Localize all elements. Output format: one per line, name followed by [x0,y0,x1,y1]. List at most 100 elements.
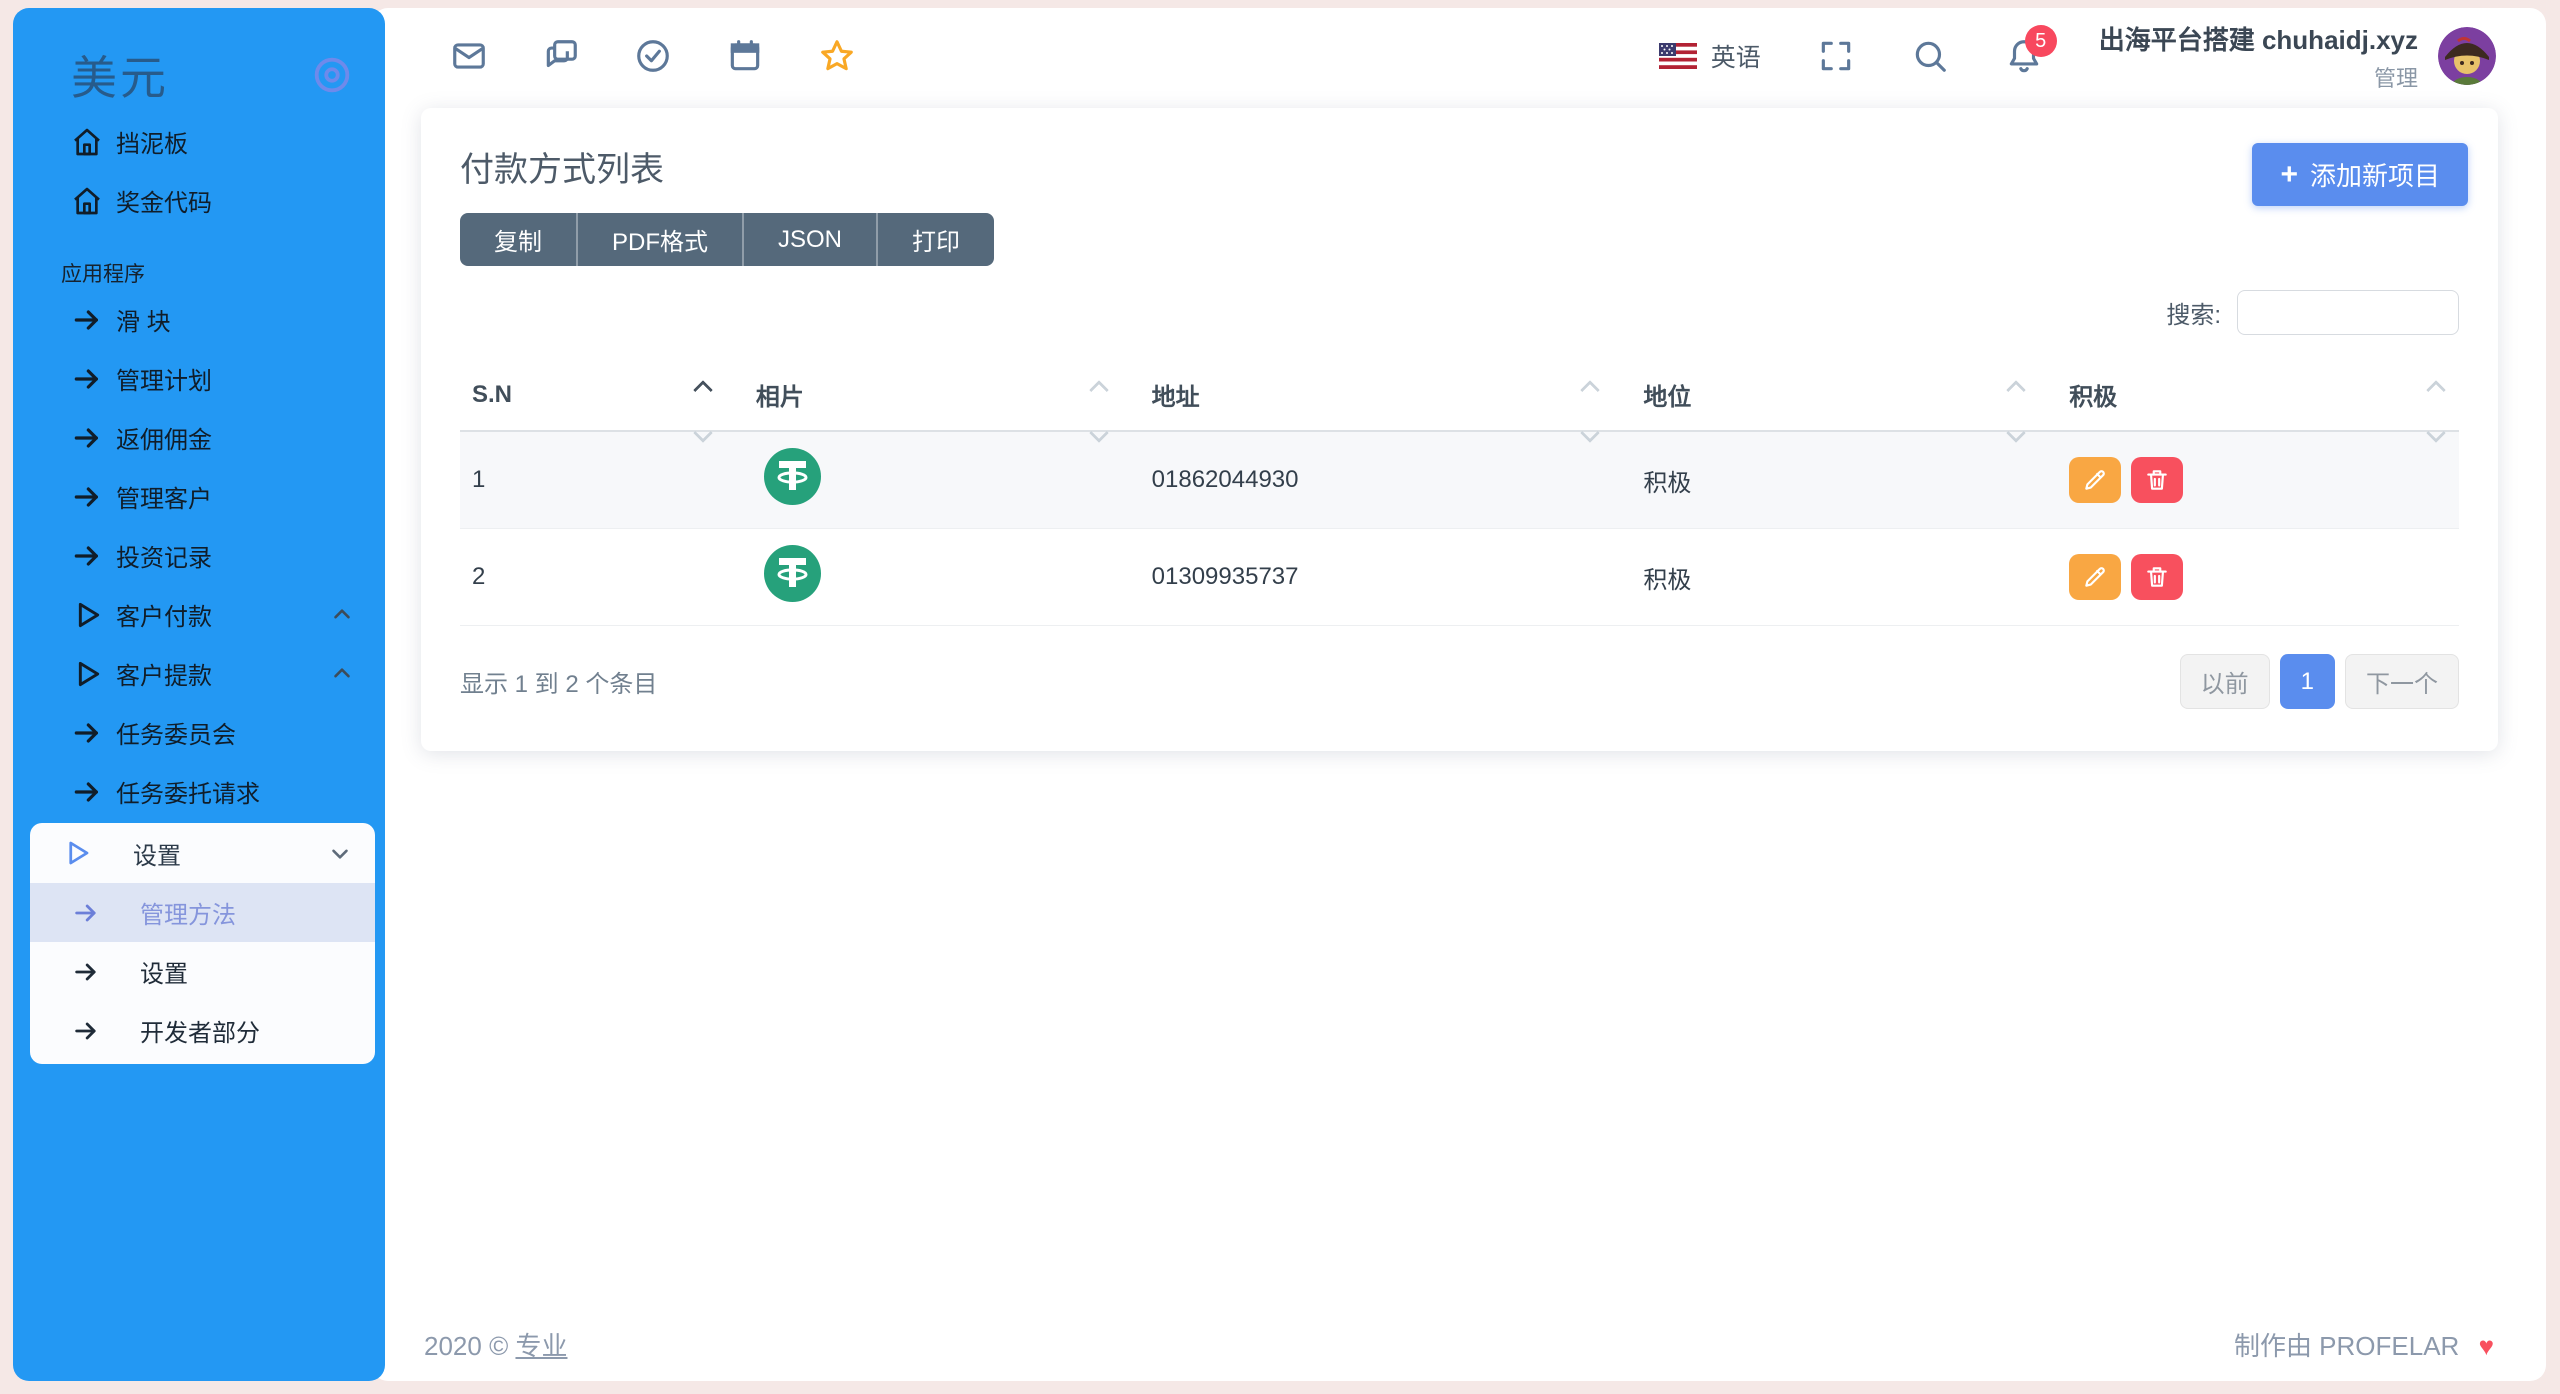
chevron-up-icon [329,602,355,628]
sort-asc-icon[interactable] [2006,380,2026,400]
cell-address: 01862044930 [1122,431,1614,529]
sidebar-item-settings-group[interactable]: 设置 [30,823,375,883]
arrow-right-icon [72,958,100,986]
language-label: 英语 [1711,38,1761,74]
sidebar-subitem-label: 管理方法 [140,895,236,930]
delete-button[interactable] [2131,457,2183,503]
export-button-1[interactable]: PDF格式 [578,213,744,266]
table-search-input[interactable] [2237,290,2459,335]
add-new-item-label: 添加新项目 [2310,156,2440,193]
column-header[interactable]: S.N [460,365,726,431]
sort-asc-icon[interactable] [693,380,713,400]
pagination-next-button[interactable]: 下一个 [2345,654,2459,709]
star-icon[interactable] [818,37,856,75]
arrow-right-icon [72,899,100,927]
column-header-label: 积极 [2069,384,2117,411]
language-switcher[interactable]: 英语 [1659,38,1761,74]
sidebar-subitem[interactable]: 设置 [30,942,375,1001]
cell-sn: 2 [460,529,726,626]
user-menu[interactable]: 出海平台搭建 chuhaidj.xyz 管理 [2099,20,2496,93]
export-button-3[interactable]: 打印 [878,213,994,266]
user-role: 管理 [2099,61,2418,93]
column-header-label: 地址 [1152,384,1200,411]
sidebar-item-label: 奖金代码 [116,183,355,218]
avatar [2438,27,2496,85]
table-info: 显示 1 到 2 个条目 [460,664,657,699]
arrow-right-icon [72,1017,100,1045]
arrow-right-icon [71,717,103,749]
column-header-label: S.N [472,381,512,408]
topbar: 英语 5 出海平台搭建 chuhaidj.xyz 管 [372,8,2546,104]
arrow-right-icon [71,540,103,572]
sidebar-item[interactable]: 投资记录 [13,526,385,585]
sort-asc-icon[interactable] [1581,380,1601,400]
edit-button[interactable] [2069,554,2121,600]
sidebar-item[interactable]: 客户提款 [13,644,385,703]
sidebar-item-label: 管理客户 [116,479,355,514]
search-icon[interactable] [1911,37,1949,75]
column-header[interactable]: 地址 [1122,365,1614,431]
tether-icon [764,448,821,505]
sidebar-item[interactable]: 挡泥板 [13,112,385,171]
arrow-right-icon [71,304,103,336]
column-header[interactable]: 相片 [726,365,1122,431]
sidebar-item[interactable]: 奖金代码 [13,171,385,230]
export-button-2[interactable]: JSON [744,213,878,266]
pagination-prev-button[interactable]: 以前 [2180,654,2270,709]
chevron-down-icon [327,840,353,866]
target-icon[interactable] [309,52,355,98]
arrow-right-icon [71,363,103,395]
notification-badge: 5 [2025,25,2057,57]
page-title: 付款方式列表 [460,142,2459,191]
cell-status: 积极 [1613,431,2039,529]
delete-button[interactable] [2131,554,2183,600]
chat-icon[interactable] [542,37,580,75]
table-row: 201309935737积极 [460,529,2459,626]
cell-photo [726,529,1122,626]
search-label: 搜索: [2166,295,2221,330]
plus-icon: + [2280,160,2298,190]
column-header[interactable]: 地位 [1613,365,2039,431]
sidebar-item[interactable]: 管理客户 [13,467,385,526]
export-button-0[interactable]: 复制 [460,213,578,266]
mail-icon[interactable] [450,37,488,75]
sidebar-item[interactable]: 任务委托请求 [13,762,385,821]
fullscreen-icon[interactable] [1817,37,1855,75]
sidebar-item[interactable]: 滑 块 [13,290,385,349]
sidebar-item[interactable]: 管理计划 [13,349,385,408]
sidebar-subitem[interactable]: 管理方法 [30,883,375,942]
column-header[interactable]: 积极 [2039,365,2459,431]
sidebar-item-label: 滑 块 [116,302,355,337]
sidebar-item[interactable]: 客户付款 [13,585,385,644]
cell-actions [2039,431,2459,529]
sort-asc-icon[interactable] [2426,380,2446,400]
trash-icon [2144,564,2170,590]
sidebar-item-label: 返佣佣金 [116,420,355,455]
sidebar-item-label: 挡泥板 [116,124,355,159]
topbar-right: 英语 5 出海平台搭建 chuhaidj.xyz 管 [1659,20,2496,93]
sidebar-item[interactable]: 任务委员会 [13,703,385,762]
edit-button[interactable] [2069,457,2121,503]
pagination-page-1-button[interactable]: 1 [2280,654,2335,709]
arrow-right-icon [71,422,103,454]
trash-icon [2144,467,2170,493]
sidebar-subitem[interactable]: 开发者部分 [30,1001,375,1060]
notifications-button[interactable]: 5 [2005,37,2043,75]
sidebar-section-label: 应用程序 [13,244,385,288]
play-icon [71,599,103,631]
calendar-icon[interactable] [726,37,764,75]
table-footer: 显示 1 到 2 个条目 以前 1 下一个 [460,654,2459,709]
add-new-item-button[interactable]: + 添加新项目 [2252,143,2468,206]
column-header-label: 相片 [756,384,804,411]
payment-methods-table: S.N相片地址地位积极 101862044930积极201309935737积极 [460,365,2459,626]
sidebar-item[interactable]: 返佣佣金 [13,408,385,467]
user-name: 出海平台搭建 chuhaidj.xyz [2099,20,2418,57]
row-actions [2069,554,2447,600]
cell-actions [2039,529,2459,626]
pencil-icon [2082,564,2108,590]
pencil-icon [2082,467,2108,493]
footer-brand-link[interactable]: 专业 [515,1331,567,1361]
sort-asc-icon[interactable] [1089,380,1109,400]
sidebar-item-label: 客户提款 [116,656,329,691]
check-circle-icon[interactable] [634,37,672,75]
